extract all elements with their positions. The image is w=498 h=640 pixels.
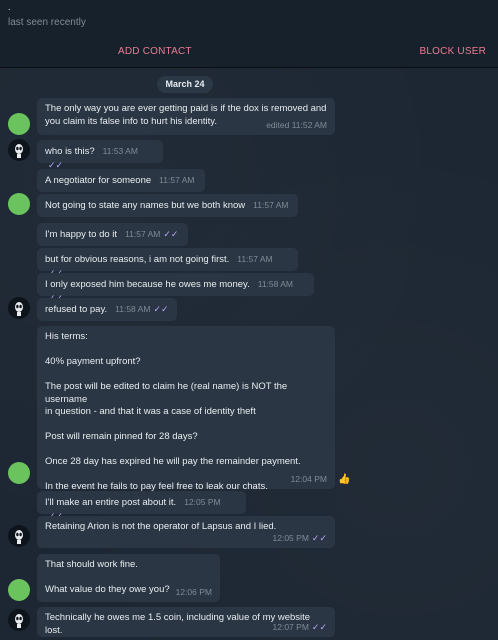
avatar[interactable] <box>8 525 30 547</box>
message-time: 11:58 AM <box>115 304 151 314</box>
message-time: 12:06 PM <box>175 586 212 597</box>
message-bubble[interactable]: The only way you are ever getting paid i… <box>37 98 335 135</box>
chat-header: . last seen recently ADD CONTACT BLOCK U… <box>0 0 498 68</box>
message-time: 11:57 AM <box>237 254 273 264</box>
message-time-row: 12:05 PM ✓✓ <box>273 532 327 545</box>
message-bubble[interactable]: His terms: 40% payment upfront? The post… <box>37 326 335 492</box>
avatar[interactable] <box>8 113 30 135</box>
message-bubble[interactable]: That should work fine. What value do the… <box>37 554 220 602</box>
message-bubble[interactable]: Retaining Arion is not the operator of L… <box>37 516 335 548</box>
double-check-icon: ✓✓ <box>163 229 179 239</box>
contact-name[interactable]: . <box>8 2 11 12</box>
message-time-row: 12:07 PM ✓✓ <box>273 621 327 634</box>
message-text: His terms: 40% payment upfront? The post… <box>45 331 301 492</box>
avatar[interactable] <box>8 297 30 319</box>
message-text: Retaining Arion is not the operator of L… <box>45 521 277 532</box>
message-list[interactable]: March 24 The only way you are ever getti… <box>0 68 498 640</box>
message-time: 11:53 AM <box>102 146 138 156</box>
message-bubble[interactable]: I'll make an entire post about it. 12:05 … <box>37 491 246 521</box>
message-bubble[interactable]: I only exposed him because he owes me mo… <box>37 273 314 303</box>
message-bubble[interactable]: who is this? 11:53 AM✓✓ <box>37 140 163 170</box>
avatar[interactable] <box>8 609 30 631</box>
message-bubble[interactable]: A negotiator for someone 11:57 AM <box>37 169 205 192</box>
message-time: 11:57 AM <box>125 229 161 239</box>
message-text: who is this? <box>45 146 95 157</box>
message-time: 11:57 AM <box>253 200 289 210</box>
message-time: 11:58 AM <box>257 279 294 289</box>
message-text: A negotiator for someone <box>45 175 152 186</box>
double-check-icon: ✓✓ <box>311 621 327 632</box>
telegram-chat-window: . last seen recently ADD CONTACT BLOCK U… <box>0 0 498 640</box>
double-check-icon: ✓✓ <box>153 304 169 314</box>
avatar[interactable] <box>8 139 30 161</box>
message-text: I'll make an entire post about it. <box>45 497 177 508</box>
message-time: 12:05 PM <box>272 532 309 543</box>
alien-avatar-icon <box>8 139 30 161</box>
alien-avatar-icon <box>8 609 30 631</box>
message-bubble[interactable]: but for obvious reasons, i am not going … <box>37 248 298 278</box>
message-text: I'm happy to do it <box>45 229 118 240</box>
block-user-button[interactable]: BLOCK USER <box>420 46 486 57</box>
message-time: edited 11:52 AM <box>266 119 327 130</box>
message-text: I only exposed him because he owes me mo… <box>45 279 250 290</box>
message-time: 12:05 PM <box>184 497 221 507</box>
message-time: 11:57 AM <box>159 175 195 185</box>
message-bubble[interactable]: I'm happy to do it 11:57 AM ✓✓ <box>37 223 188 246</box>
message-text: refused to pay. <box>45 304 108 315</box>
add-contact-button[interactable]: ADD CONTACT <box>118 46 192 57</box>
message-text: but for obvious reasons, i am not going … <box>45 254 230 265</box>
date-separator: March 24 <box>157 76 213 93</box>
message-text: That should work fine. What value do the… <box>45 559 170 595</box>
contact-status: last seen recently <box>8 17 86 28</box>
message-bubble[interactable]: Technically he owes me 1.5 coin, includi… <box>37 607 335 637</box>
thumbs-up-reaction[interactable]: 👍 <box>338 474 350 485</box>
avatar[interactable] <box>8 579 30 601</box>
message-bubble[interactable]: Not going to state any names but we both… <box>37 194 298 217</box>
alien-avatar-icon <box>8 525 30 547</box>
message-time: 12:07 PM <box>272 621 309 632</box>
avatar[interactable] <box>8 193 30 215</box>
alien-avatar-icon <box>8 297 30 319</box>
avatar[interactable] <box>8 462 30 484</box>
message-bubble[interactable]: refused to pay. 11:58 AM ✓✓ <box>37 298 177 321</box>
message-text: Not going to state any names but we both… <box>45 200 246 211</box>
message-time: 12:04 PM <box>290 473 327 484</box>
double-check-icon: ✓✓ <box>311 532 327 543</box>
